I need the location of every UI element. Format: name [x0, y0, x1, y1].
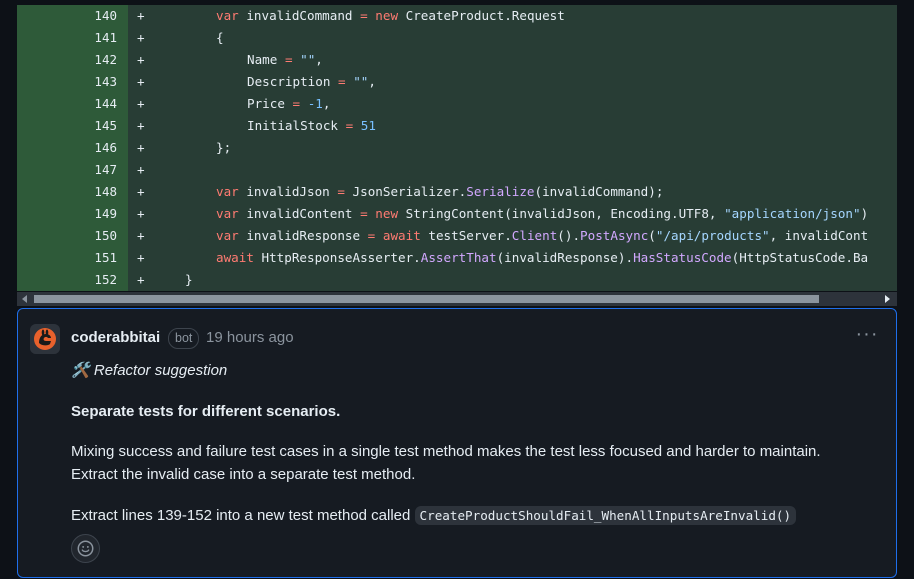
add-reaction-button[interactable] — [71, 534, 100, 563]
diff-row: 147 + — [17, 159, 897, 181]
code-line: + Name = "", — [128, 49, 897, 71]
comment-body: 🛠️ Refactor suggestion Separate tests fo… — [71, 359, 871, 527]
diff-row: 149 + var invalidContent = new StringCon… — [17, 203, 897, 225]
line-number[interactable]: 149 — [17, 203, 128, 225]
line-number[interactable]: 146 — [17, 137, 128, 159]
code-line: + — [128, 159, 897, 181]
diff-row: 152 + } — [17, 269, 897, 291]
comment-paragraph: Extract lines 139-152 into a new test me… — [71, 504, 871, 527]
line-number[interactable]: 144 — [17, 93, 128, 115]
scroll-right-icon[interactable] — [885, 295, 890, 303]
diff-row: 144 + Price = -1, — [17, 93, 897, 115]
bot-badge: bot — [168, 328, 200, 349]
code-line: + } — [128, 269, 897, 291]
line-number[interactable]: 145 — [17, 115, 128, 137]
addition-marker: + — [137, 228, 145, 243]
diff-row: 142 + Name = "", — [17, 49, 897, 71]
code-line: + await HttpResponseAsserter.AssertThat(… — [128, 247, 897, 269]
kebab-horizontal-icon[interactable]: ··· — [853, 324, 881, 347]
code-line: + var invalidContent = new StringContent… — [128, 203, 897, 225]
addition-marker: + — [137, 118, 145, 133]
addition-marker: + — [137, 250, 145, 265]
addition-marker: + — [137, 140, 145, 155]
line-number[interactable]: 147 — [17, 159, 128, 181]
coderabbit-logo-icon — [30, 324, 60, 354]
scroll-left-icon[interactable] — [22, 295, 27, 303]
addition-marker: + — [137, 162, 145, 177]
line-number[interactable]: 150 — [17, 225, 128, 247]
diff-row: 150 + var invalidResponse = await testSe… — [17, 225, 897, 247]
scrollbar-thumb[interactable] — [34, 295, 819, 303]
line-number[interactable]: 148 — [17, 181, 128, 203]
diff-row: 146 + }; — [17, 137, 897, 159]
addition-marker: + — [137, 96, 145, 111]
code-line: + { — [128, 27, 897, 49]
code-line: + var invalidJson = JsonSerializer.Seria… — [128, 181, 897, 203]
inline-code: CreateProductShouldFail_WhenAllInputsAre… — [414, 506, 797, 525]
diff-view: 140 + var invalidCommand = new CreatePro… — [17, 5, 897, 291]
diff-row: 143 + Description = "", — [17, 71, 897, 93]
diff-row: 145 + InitialStock = 51 — [17, 115, 897, 137]
addition-marker: + — [137, 206, 145, 221]
addition-marker: + — [137, 184, 145, 199]
horizontal-scrollbar[interactable] — [17, 292, 897, 306]
addition-marker: + — [137, 52, 145, 67]
line-number[interactable]: 140 — [17, 5, 128, 27]
line-number[interactable]: 143 — [17, 71, 128, 93]
comment-heading: Separate tests for different scenarios. — [71, 403, 341, 420]
diff-row: 151 + await HttpResponseAsserter.AssertT… — [17, 247, 897, 269]
comment-timestamp[interactable]: 19 hours ago — [206, 329, 294, 346]
suggestion-label: 🛠️ Refactor suggestion — [71, 362, 228, 379]
code-line: + Description = "", — [128, 71, 897, 93]
code-line: + Price = -1, — [128, 93, 897, 115]
smiley-icon — [77, 540, 94, 557]
comment-author[interactable]: coderabbitai — [71, 329, 160, 346]
tools-icon: 🛠️ — [71, 362, 90, 379]
code-line: + var invalidResponse = await testServer… — [128, 225, 897, 247]
addition-marker: + — [137, 74, 145, 89]
code-line: + InitialStock = 51 — [128, 115, 897, 137]
diff-row: 140 + var invalidCommand = new CreatePro… — [17, 5, 897, 27]
line-number[interactable]: 152 — [17, 269, 128, 291]
diff-row: 148 + var invalidJson = JsonSerializer.S… — [17, 181, 897, 203]
comment-paragraph: Mixing success and failure test cases in… — [71, 443, 821, 483]
diff-row: 141 + { — [17, 27, 897, 49]
code-line: + }; — [128, 137, 897, 159]
addition-marker: + — [137, 8, 145, 23]
addition-marker: + — [137, 272, 145, 287]
line-number[interactable]: 151 — [17, 247, 128, 269]
addition-marker: + — [137, 30, 145, 45]
avatar[interactable] — [30, 324, 60, 354]
review-comment: coderabbitai bot 19 hours ago ··· 🛠️ Ref… — [17, 308, 897, 578]
line-number[interactable]: 142 — [17, 49, 128, 71]
code-line: + var invalidCommand = new CreateProduct… — [128, 5, 897, 27]
line-number[interactable]: 141 — [17, 27, 128, 49]
